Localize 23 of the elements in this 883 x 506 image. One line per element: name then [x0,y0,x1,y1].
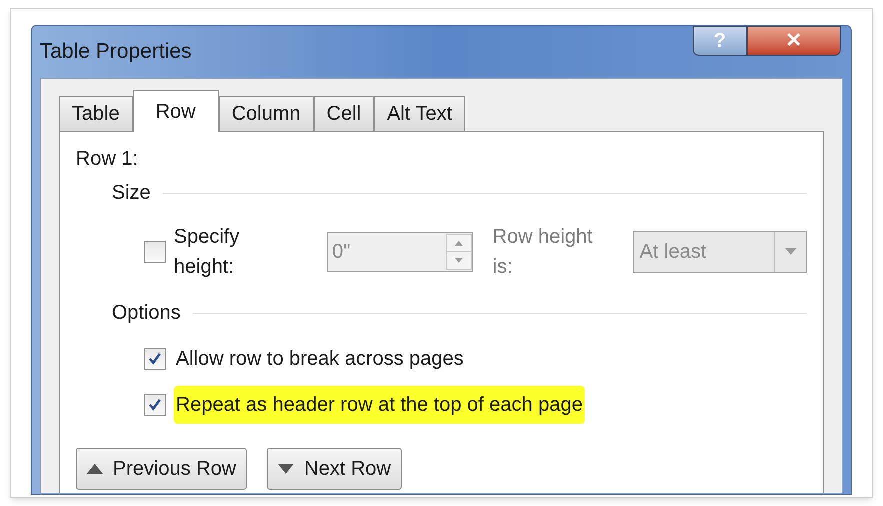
spin-arrows-icon [446,234,472,270]
section-heading: Size [112,181,151,206]
checkmark-icon [148,398,162,412]
tab[interactable]: Cell [314,96,374,131]
checkbox[interactable] [144,241,166,263]
window-title: Table Properties [40,39,192,65]
triangle-up-icon [87,464,103,474]
checkmark-icon [148,352,162,366]
checkbox-label: Allow row to break across pages [175,347,465,372]
checkbox[interactable] [144,348,166,370]
tab[interactable]: Row [132,90,219,132]
field-label: Row height is: [492,225,594,280]
tab[interactable]: Alt Text [374,96,466,131]
checkbox[interactable] [144,394,166,416]
section-heading: Options [112,301,181,326]
row-label: Row 1: [76,147,138,172]
nav-button[interactable]: Previous Row [76,448,248,490]
nav-button[interactable]: Next Row [267,448,402,490]
tab[interactable]: Table [59,96,133,131]
triangle-down-icon [278,464,294,474]
checkbox-label: Specify height: [174,225,241,280]
tab[interactable]: Column [218,96,314,131]
checkbox-label: Repeat as header row at the top of each page [174,386,585,424]
